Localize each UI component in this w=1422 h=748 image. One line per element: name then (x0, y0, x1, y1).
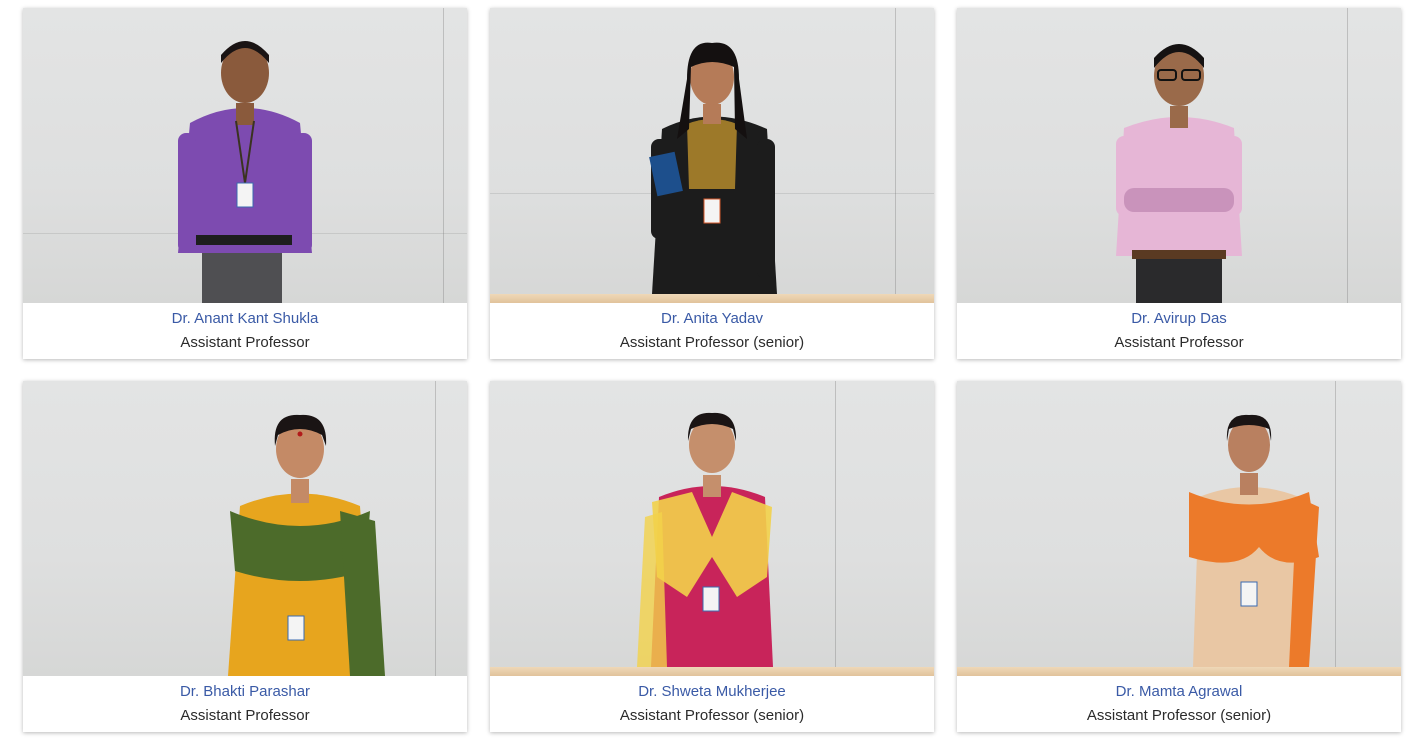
person-figure (178, 41, 312, 303)
faculty-name[interactable]: Dr. Bhakti Parashar (23, 683, 467, 701)
person-figure (228, 414, 385, 676)
person-figure (1189, 414, 1319, 667)
faculty-card[interactable]: Dr. Avirup Das Assistant Professor (957, 8, 1401, 359)
faculty-caption: Dr. Bhakti Parashar Assistant Professor (23, 676, 467, 725)
faculty-photo[interactable] (490, 381, 934, 676)
faculty-designation: Assistant Professor (1114, 334, 1244, 351)
faculty-card[interactable]: Dr. Bhakti Parashar Assistant Professor (23, 381, 467, 732)
faculty-caption: Dr. Mamta Agrawal Assistant Professor (s… (957, 676, 1401, 725)
faculty-caption: Dr. Shweta Mukherjee Assistant Professor… (490, 676, 934, 725)
faculty-photo[interactable] (957, 381, 1401, 676)
person-figure (637, 412, 773, 667)
faculty-photo[interactable] (490, 8, 934, 303)
faculty-name[interactable]: Dr. Anita Yadav (490, 310, 934, 328)
faculty-designation: Assistant Professor (180, 334, 310, 351)
faculty-photo[interactable] (957, 8, 1401, 303)
faculty-designation: Assistant Professor (senior) (1086, 707, 1272, 724)
faculty-designation: Assistant Professor (180, 707, 310, 724)
faculty-designation: Assistant Professor (senior) (619, 707, 805, 724)
faculty-name[interactable]: Dr. Mamta Agrawal (957, 683, 1401, 701)
faculty-name[interactable]: Dr. Anant Kant Shukla (23, 310, 467, 328)
faculty-name[interactable]: Dr. Avirup Das (957, 310, 1401, 328)
faculty-card[interactable]: Dr. Shweta Mukherjee Assistant Professor… (490, 381, 934, 732)
faculty-photo[interactable] (23, 8, 467, 303)
faculty-caption: Dr. Anant Kant Shukla Assistant Professo… (23, 303, 467, 352)
faculty-card[interactable]: Dr. Anant Kant Shukla Assistant Professo… (23, 8, 467, 359)
faculty-caption: Dr. Anita Yadav Assistant Professor (sen… (490, 303, 934, 352)
person-figure (1116, 44, 1242, 303)
faculty-card[interactable]: Dr. Mamta Agrawal Assistant Professor (s… (957, 381, 1401, 732)
person-figure (649, 42, 777, 294)
faculty-name[interactable]: Dr. Shweta Mukherjee (490, 683, 934, 701)
faculty-photo[interactable] (23, 381, 467, 676)
faculty-card[interactable]: Dr. Anita Yadav Assistant Professor (sen… (490, 8, 934, 359)
faculty-caption: Dr. Avirup Das Assistant Professor (957, 303, 1401, 352)
faculty-grid: Dr. Anant Kant Shukla Assistant Professo… (0, 0, 1422, 748)
faculty-designation: Assistant Professor (senior) (619, 334, 805, 351)
